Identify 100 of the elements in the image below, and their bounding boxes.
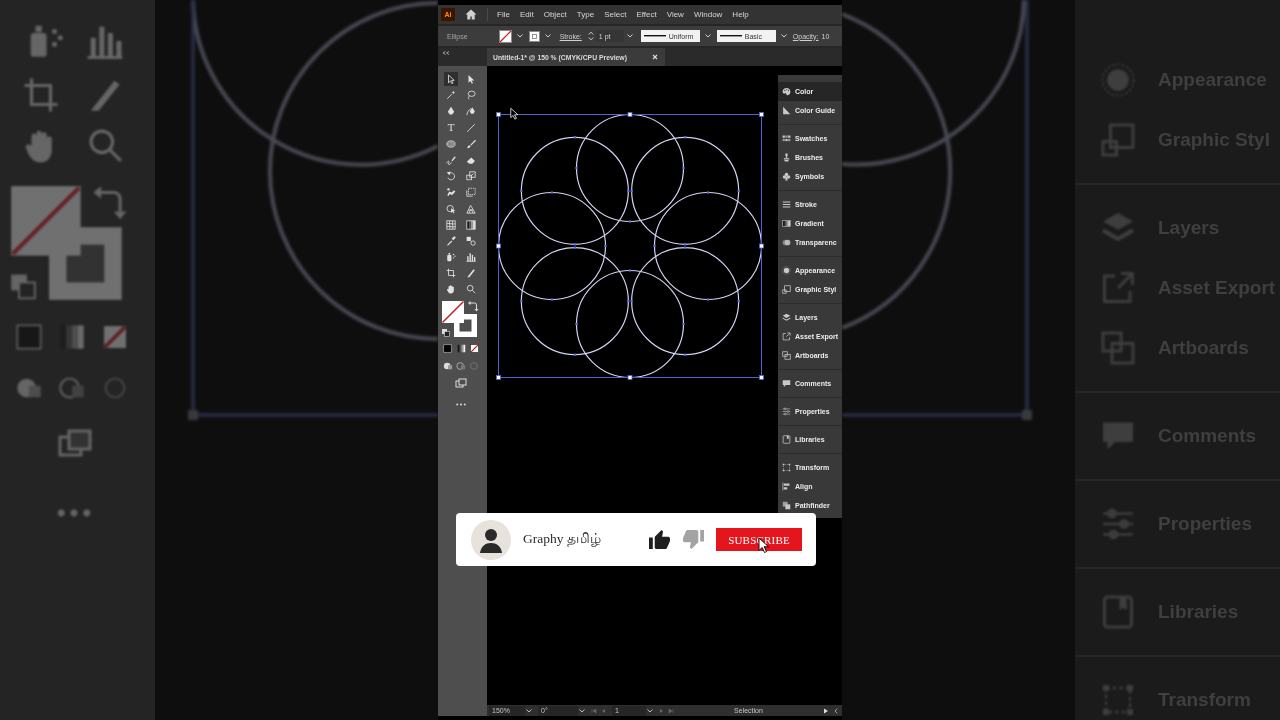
overlapping-circles-icon: [782, 237, 791, 247]
knife-icon: [466, 268, 476, 279]
box-arrow-icon: [782, 331, 791, 341]
default-colors-icon: [11, 274, 36, 300]
stroke-line-icon: [719, 35, 742, 37]
free-transform-icon: [466, 187, 476, 198]
shape-builder-icon: [446, 203, 456, 214]
selection-handle[interactable]: [759, 112, 764, 117]
screen-mode-icon[interactable]: [455, 378, 467, 389]
menu-item[interactable]: Window: [693, 10, 723, 19]
pen-nib-icon: [446, 106, 456, 117]
subscribe-button[interactable]: SUBSCRIBE: [716, 528, 802, 551]
pencil-scribble-icon: [446, 154, 456, 165]
triangle-icon: [782, 105, 791, 115]
lines-icon: [782, 199, 791, 209]
caret-icon[interactable]: [626, 34, 633, 38]
selection-handle: [1022, 410, 1032, 420]
more-icon[interactable]: [456, 403, 466, 407]
arrow-cursor-icon: [510, 108, 518, 120]
curvature-pen-icon: [466, 106, 476, 117]
caret-icon[interactable]: [647, 708, 653, 713]
chevron-left-icon[interactable]: [834, 707, 838, 714]
tool-button[interactable]: [444, 72, 458, 86]
stacked-layers-icon: [782, 312, 791, 322]
dashed-square-icon: [1100, 682, 1136, 718]
menu-item[interactable]: Select: [604, 10, 627, 19]
selection-handle[interactable]: [496, 243, 501, 249]
no-fill-icon[interactable]: [470, 344, 479, 354]
selection-handle[interactable]: [496, 375, 501, 380]
selection-handle[interactable]: [627, 112, 633, 117]
caret-icon[interactable]: [704, 34, 711, 38]
sliders-icon: [782, 406, 791, 416]
search-icon: [91, 131, 121, 161]
channel-name: Graphy தமிழ்: [523, 531, 601, 548]
fill-swatch-icon[interactable]: [498, 29, 512, 43]
scale-icon: [466, 171, 476, 182]
bar-chart-icon: [87, 26, 123, 58]
caret-icon[interactable]: [526, 708, 532, 713]
spinner-arrows-icon[interactable]: [587, 31, 594, 41]
selection-handle[interactable]: [627, 375, 633, 380]
gradient-swatch-icon: [782, 218, 791, 228]
gradient-icon: [466, 219, 476, 230]
tool-button[interactable]: [464, 250, 478, 265]
dotted-ring-icon: [1100, 62, 1136, 98]
tool-button[interactable]: T: [444, 120, 458, 135]
knife-icon: [90, 80, 120, 111]
screen-mode-icon: [60, 431, 90, 455]
menu-item[interactable]: Type: [576, 10, 595, 19]
thumbs-up-icon[interactable]: [648, 529, 671, 550]
menu-item[interactable]: File: [497, 10, 510, 19]
close-icon[interactable]: [652, 54, 658, 60]
artboard-icon: [24, 78, 58, 112]
blend-icon: [466, 235, 476, 246]
solid-fill-icon[interactable]: [443, 344, 452, 354]
magic-wand-icon: [446, 90, 456, 101]
double-chevron-icon[interactable]: [442, 51, 450, 55]
menu-item[interactable]: View: [666, 10, 684, 19]
draw-mode-icon[interactable]: [443, 361, 453, 372]
draw-mode-icon: [17, 378, 41, 398]
selection-handle[interactable]: [759, 375, 764, 380]
rotate-icon: [446, 171, 456, 182]
stroke-swatch-icon: [49, 227, 122, 300]
default-colors-icon[interactable]: [442, 329, 450, 338]
menu-item[interactable]: Help: [732, 10, 749, 19]
caret-icon[interactable]: [516, 34, 523, 38]
eyedropper-icon: [446, 235, 456, 246]
selection-handle[interactable]: [496, 112, 501, 117]
dashed-square-icon: [782, 462, 791, 472]
tool-button[interactable]: [444, 233, 458, 248]
stroke-swatch-icon[interactable]: [528, 30, 540, 42]
sliders-icon: [1100, 506, 1136, 542]
home-icon[interactable]: [465, 9, 477, 20]
caret-icon[interactable]: [579, 708, 585, 713]
lasso-icon: [466, 90, 476, 101]
menu-item[interactable]: Object: [543, 10, 567, 19]
gradient-fill-icon: [60, 325, 84, 349]
palette-icon: [782, 86, 791, 96]
menu-item[interactable]: Effect: [636, 10, 657, 19]
play-icon[interactable]: [823, 707, 829, 714]
swatch-grid-icon: [782, 133, 791, 143]
fill-swatch-icon[interactable]: [441, 301, 465, 324]
speech-bubble-icon: [782, 378, 791, 388]
caret-icon[interactable]: [780, 34, 787, 38]
puppet-warp-icon: [446, 187, 456, 198]
thumbs-down-icon[interactable]: [682, 529, 705, 550]
book-icon: [782, 434, 791, 444]
artboard-icon: [446, 268, 456, 279]
book-icon: [1100, 594, 1136, 630]
dotted-ring-icon: [782, 265, 791, 275]
swap-arrow-icon[interactable]: [468, 301, 479, 312]
channel-avatar: [471, 519, 511, 560]
tool-button[interactable]: [464, 217, 478, 232]
caret-icon[interactable]: [544, 34, 551, 38]
gradient-fill-icon[interactable]: [456, 344, 466, 354]
bar-chart-icon: [466, 252, 476, 263]
selection-handle[interactable]: [759, 243, 764, 249]
overlapping-squares-icon: [782, 284, 791, 294]
draw-mode-icon[interactable]: [456, 361, 466, 372]
ellipse-icon: [446, 138, 456, 149]
menu-item[interactable]: Edit: [519, 10, 534, 19]
